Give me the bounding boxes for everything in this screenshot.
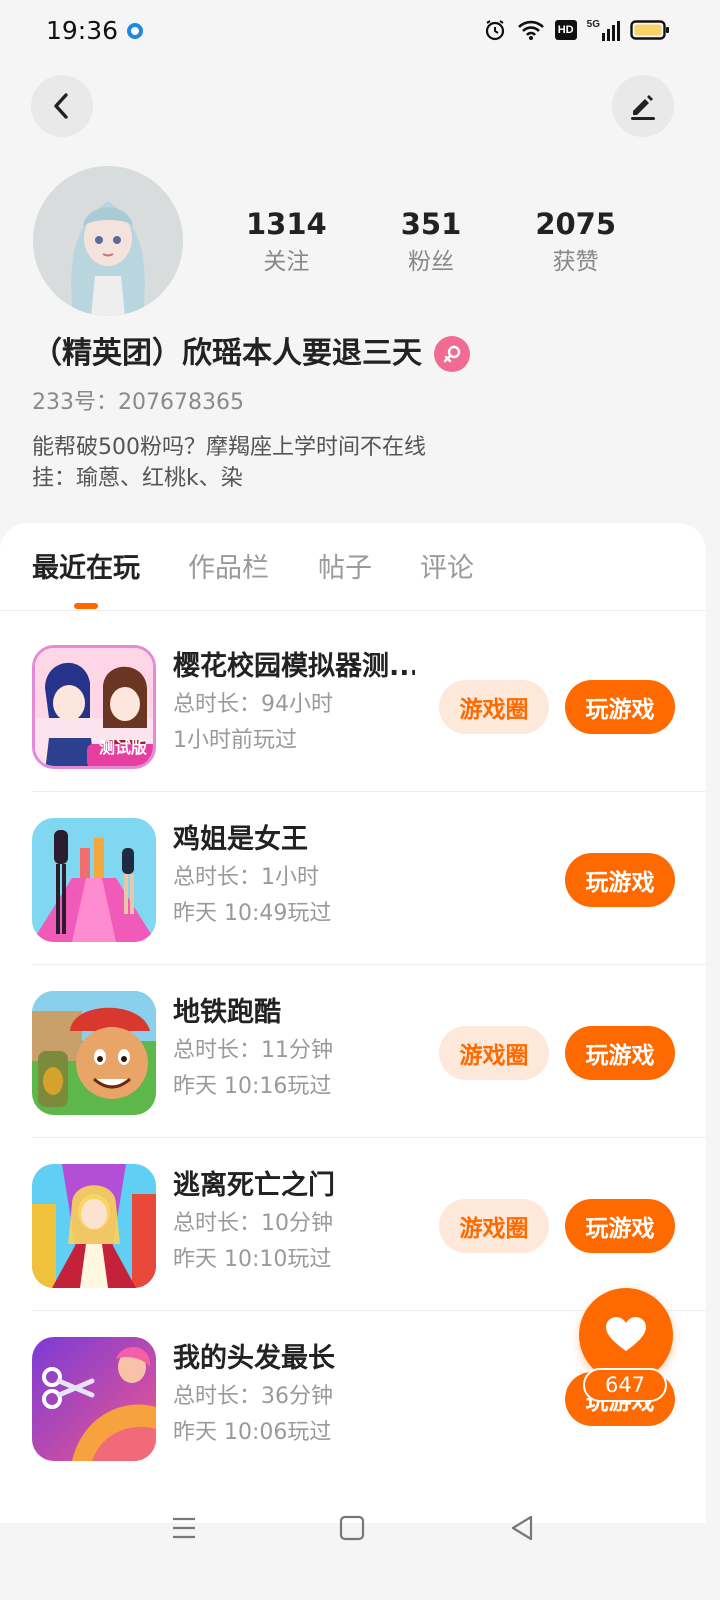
back-button[interactable]	[31, 75, 93, 137]
alarm-icon	[485, 20, 504, 41]
status-icons: HD 5G	[483, 18, 670, 42]
avatar[interactable]	[33, 166, 183, 316]
stat-value: 1314	[245, 207, 327, 241]
stat-value: 351	[400, 207, 462, 241]
nickname-row: （精英团）欣瑶本人要退三天	[32, 333, 470, 375]
game-circle-button[interactable]: 游戏圈	[439, 1026, 549, 1080]
game-last-played: 昨天 10:16玩过	[173, 1074, 332, 1099]
game-icon	[32, 818, 156, 942]
game-last-played: 昨天 10:49玩过	[173, 901, 332, 926]
game-icon: 测试版	[32, 645, 156, 769]
stat-label: 获赞	[552, 249, 599, 275]
nickname: （精英团）欣瑶本人要退三天	[32, 336, 422, 371]
location-dot-icon	[127, 23, 143, 39]
game-last-played: 1小时前玩过	[173, 728, 297, 753]
game-item[interactable]: 鸡姐是女王 总时长：1小时 昨天 10:49玩过 玩游戏	[0, 792, 706, 965]
game-item[interactable]: 测试版 樱花校园模拟器测... 总时长：94小时 1小时前玩过 游戏圈 玩游戏	[0, 619, 706, 792]
game-icon	[32, 1164, 156, 1288]
wifi-icon	[517, 20, 544, 40]
system-nav-bar	[0, 1488, 720, 1568]
game-circle-button[interactable]: 游戏圈	[439, 680, 549, 734]
bio-line: 能帮破500粉吗？摩羯座上学时间不在线	[32, 435, 426, 460]
game-duration: 总时长：94小时	[173, 692, 333, 717]
game-item[interactable]: 地铁跑酷 总时长：11分钟 昨天 10:16玩过 游戏圈 玩游戏	[0, 965, 706, 1138]
tab-bar: 最近在玩 作品栏 帖子 评论	[0, 523, 706, 611]
bio-line: 挂：瑜蒽、红桃k、染	[32, 466, 243, 491]
play-game-button[interactable]: 玩游戏	[565, 1026, 675, 1080]
back-nav-button[interactable]	[502, 1508, 542, 1548]
game-duration: 总时长：10分钟	[173, 1211, 333, 1236]
icon-badge: 测试版	[98, 738, 147, 757]
stat-label: 粉丝	[408, 249, 454, 275]
home-button[interactable]	[332, 1508, 372, 1548]
game-last-played: 昨天 10:06玩过	[173, 1420, 332, 1445]
game-duration: 总时长：1小时	[173, 865, 319, 890]
female-icon	[434, 336, 470, 372]
network-label: 5G	[586, 19, 600, 30]
tab-indicator	[74, 603, 98, 609]
play-game-button[interactable]: 玩游戏	[565, 680, 675, 734]
game-name: 逃离死亡之门	[173, 1170, 335, 1201]
game-name: 地铁跑酷	[173, 997, 281, 1028]
heart-icon	[606, 1317, 646, 1351]
back-triangle-icon	[511, 1515, 533, 1541]
avatar-image	[33, 166, 183, 316]
user-id: 233号：207678365	[32, 390, 244, 415]
status-time: 19:36	[46, 16, 119, 45]
battery-icon	[630, 20, 669, 40]
game-duration: 总时长：36分钟	[173, 1384, 333, 1409]
game-name: 我的头发最长	[173, 1343, 335, 1374]
status-bar: 19:36 HD 5G	[0, 0, 720, 64]
play-game-button[interactable]: 玩游戏	[565, 1199, 675, 1253]
profile-stats: 1314 关注 351 粉丝 2075 获赞	[214, 205, 648, 277]
like-count: 647	[583, 1368, 667, 1402]
stat-value: 2075	[535, 207, 617, 241]
game-duration: 总时长：11分钟	[173, 1038, 333, 1063]
tab-posts[interactable]: 帖子	[318, 551, 372, 587]
game-last-played: 昨天 10:10玩过	[173, 1247, 332, 1272]
stat-fans[interactable]: 351 粉丝	[359, 205, 504, 277]
stat-label: 关注	[263, 249, 310, 275]
game-circle-button[interactable]: 游戏圈	[439, 1199, 549, 1253]
tab-works[interactable]: 作品栏	[188, 551, 269, 587]
signal-5g-icon: 5G	[587, 19, 620, 41]
chevron-left-icon	[54, 93, 68, 119]
menu-button[interactable]	[164, 1508, 204, 1548]
tab-comments[interactable]: 评论	[420, 551, 474, 587]
game-item[interactable]: 逃离死亡之门 总时长：10分钟 昨天 10:10玩过 游戏圈 玩游戏	[0, 1138, 706, 1311]
game-icon	[32, 1337, 156, 1461]
game-name: 鸡姐是女王	[173, 824, 308, 855]
edit-pen-icon	[631, 95, 655, 120]
hd-icon: HD	[554, 20, 577, 40]
tab-recently-played[interactable]: 最近在玩	[32, 551, 140, 587]
edit-profile-button[interactable]	[612, 75, 674, 137]
stat-following[interactable]: 1314 关注	[214, 205, 359, 277]
menu-icon	[173, 1517, 195, 1539]
stat-likes[interactable]: 2075 获赞	[503, 205, 648, 277]
home-square-icon	[339, 1515, 365, 1541]
play-game-button[interactable]: 玩游戏	[565, 853, 675, 907]
game-icon	[32, 991, 156, 1115]
game-name: 樱花校园模拟器测...	[173, 651, 415, 682]
bio: 能帮破500粉吗？摩羯座上学时间不在线 挂：瑜蒽、红桃k、染	[32, 432, 426, 494]
